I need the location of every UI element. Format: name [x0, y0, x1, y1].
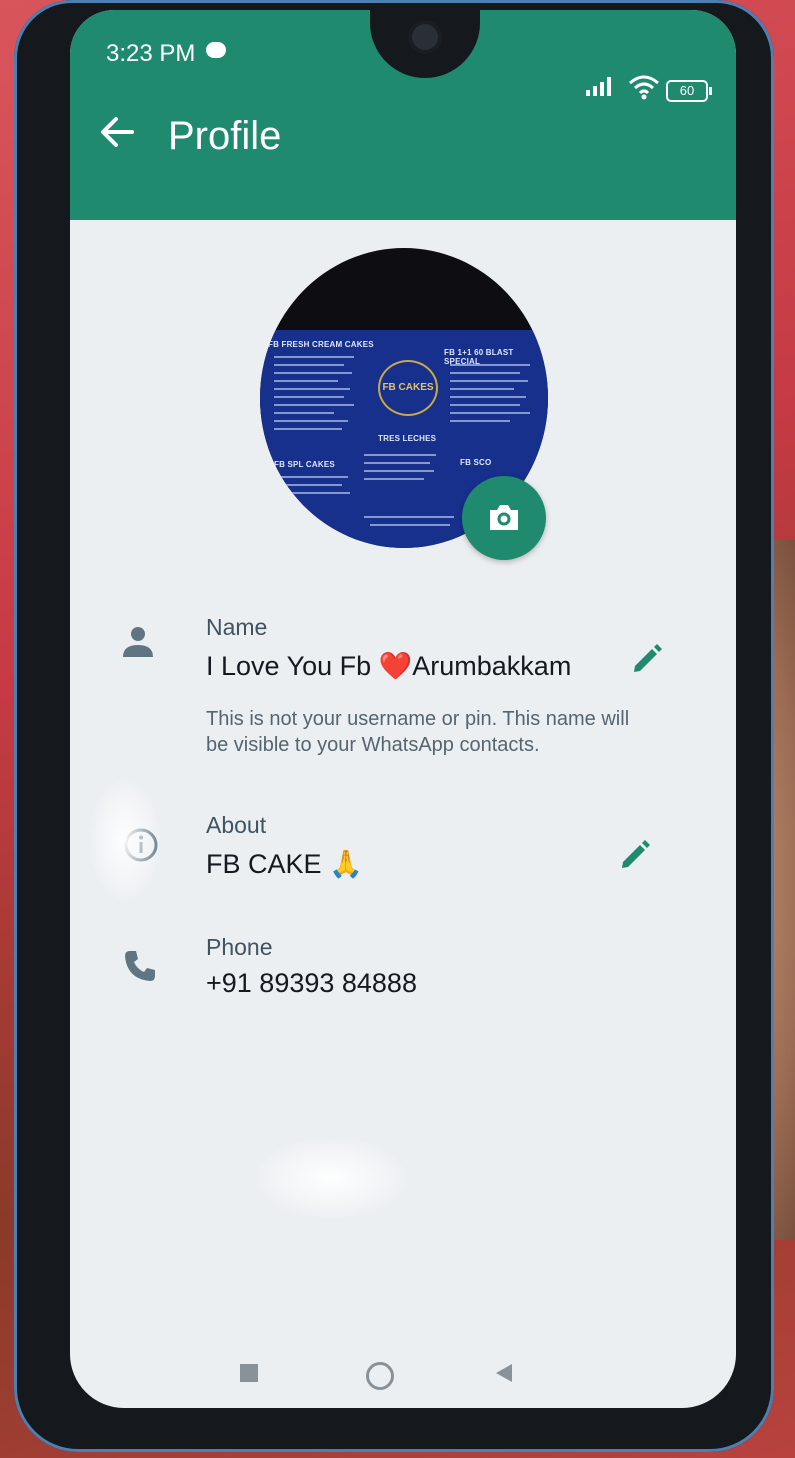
- menu-line: [450, 364, 530, 366]
- about-label: About: [206, 812, 267, 838]
- menu-line: [278, 476, 348, 478]
- signal-icon: [586, 77, 611, 96]
- back-nav-icon[interactable]: [494, 1362, 514, 1384]
- menu-line: [450, 396, 526, 398]
- menu-heading: FB SCO: [460, 458, 492, 467]
- phone-label: Phone: [206, 934, 273, 960]
- menu-line: [274, 356, 354, 358]
- home-button[interactable]: [366, 1362, 394, 1390]
- menu-line: [274, 372, 352, 374]
- menu-line: [274, 428, 342, 430]
- menu-line: [274, 364, 344, 366]
- screen-glare: [256, 1138, 406, 1218]
- menu-heading: TRES LECHES: [378, 434, 437, 443]
- page-title: Profile: [168, 114, 282, 158]
- back-arrow-icon[interactable]: [98, 116, 136, 148]
- menu-line: [450, 388, 514, 390]
- recent-apps-button[interactable]: [240, 1364, 258, 1382]
- edit-name-pencil-icon[interactable]: [630, 640, 664, 674]
- camera-icon: [490, 505, 518, 530]
- menu-line: [274, 380, 338, 382]
- menu-line: [364, 462, 430, 464]
- name-label: Name: [206, 614, 268, 640]
- menu-line: [278, 484, 342, 486]
- menu-heading: FB FRESH CREAM CAKES: [268, 340, 374, 349]
- menu-line: [364, 470, 434, 472]
- chat-notification-icon: [206, 42, 226, 58]
- menu-line: [450, 412, 530, 414]
- name-value: I Love You Fb ❤️Arumbakkam: [206, 651, 572, 681]
- status-time: 3:23 PM: [106, 40, 196, 67]
- menu-line: [450, 372, 520, 374]
- change-photo-button[interactable]: [462, 476, 546, 560]
- menu-line: [278, 492, 350, 494]
- wifi-icon: [629, 75, 659, 100]
- phone-screen: 3:23 PM 60 Profile FB FRESH CREAM CAKES …: [70, 10, 736, 1408]
- phone-body: 3:23 PM 60 Profile FB FRESH CREAM CAKES …: [14, 0, 774, 1452]
- menu-heading: FB SPL CAKES: [274, 460, 335, 469]
- about-value: FB CAKE 🙏: [206, 849, 363, 879]
- menu-line: [274, 412, 334, 414]
- menu-line: [364, 454, 436, 456]
- name-hint: This is not your username or pin. This n…: [206, 708, 630, 756]
- person-icon: [123, 627, 153, 657]
- front-camera: [412, 24, 438, 50]
- edit-about-pencil-icon[interactable]: [618, 836, 652, 870]
- phone-value: +91 89393 84888: [206, 968, 417, 998]
- menu-line: [450, 380, 528, 382]
- menu-line: [274, 396, 344, 398]
- fb-cakes-logo: FB CAKES: [378, 360, 438, 416]
- menu-line: [364, 516, 454, 518]
- menu-line: [364, 478, 424, 480]
- phone-icon: [125, 951, 155, 981]
- menu-line: [274, 420, 348, 422]
- battery-indicator: 60: [666, 80, 712, 102]
- menu-line: [450, 404, 520, 406]
- menu-line: [450, 420, 510, 422]
- menu-line: [370, 524, 450, 526]
- menu-line: [274, 404, 354, 406]
- menu-line: [274, 388, 350, 390]
- screen-glare: [90, 780, 160, 900]
